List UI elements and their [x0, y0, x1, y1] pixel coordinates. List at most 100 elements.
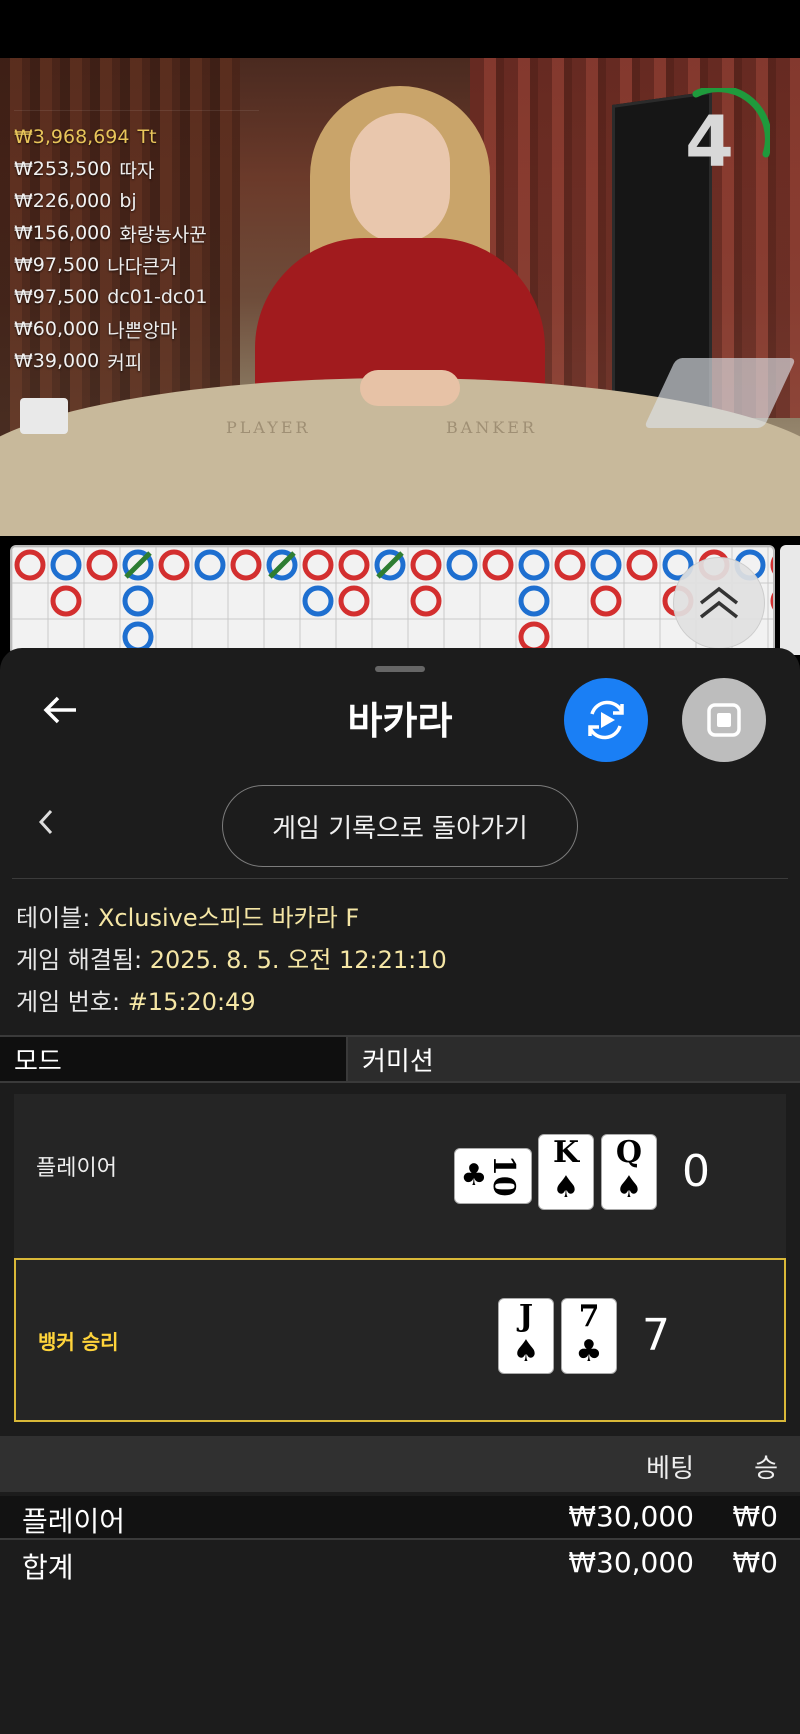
double-chevron-up-icon: [699, 586, 739, 619]
mode-label: 모드: [0, 1037, 348, 1081]
sheet-drag-handle[interactable]: [375, 666, 425, 672]
divider: [12, 878, 788, 879]
banker-bead: [770, 592, 773, 610]
card-suit-icon: ♠: [615, 1170, 643, 1205]
leaderboard-amount: ₩97,500: [14, 286, 100, 308]
player-bead: [518, 549, 550, 581]
card-rank: 7: [578, 1299, 600, 1334]
total-bet: ₩30,000: [568, 1546, 694, 1579]
leaderboard-name: dc01-dc01: [107, 286, 208, 308]
header-bet: 베팅: [646, 1454, 694, 1484]
expand-up-button[interactable]: [673, 557, 765, 649]
info-game-number-value: #15:20:49: [127, 988, 256, 1016]
leaderboard-row: ₩97,500 dc01-dc01: [14, 281, 269, 313]
replay-button[interactable]: [564, 678, 648, 762]
card-rank: J: [518, 1299, 534, 1334]
mode-value: 커미션: [348, 1037, 800, 1081]
banker-score: 7: [642, 1310, 670, 1361]
card-rank: K: [552, 1135, 580, 1170]
live-dealer-video[interactable]: PLAYER BANKER ₩3,968,694 Tt ₩253,500 따자 …: [0, 58, 800, 536]
banker-bead: [410, 585, 442, 617]
banker-bead: [554, 549, 586, 581]
player-hand-label: 플레이어: [36, 1156, 117, 1181]
player-hand-panel: 플레이어 ♣ 10 K ♠ Q ♠ 0: [14, 1094, 786, 1258]
leaderboard-name: 커피: [107, 351, 143, 374]
banker-win-label: 뱅커 승리: [38, 1330, 119, 1354]
info-resolved-value: 2025. 8. 5. 오전 12:21:10: [149, 946, 447, 974]
banker-bead: [86, 549, 118, 581]
card-rank: 10: [486, 1155, 521, 1197]
bet-amount: ₩30,000: [568, 1500, 694, 1533]
banker-bead: [338, 549, 370, 581]
card-suit-icon: ♣: [575, 1334, 603, 1369]
banker-hand-panel: 뱅커 승리 J ♠ 7 ♣ 7: [14, 1258, 786, 1422]
leaderboard-amount: ₩97,500: [14, 254, 100, 276]
bet-leaderboard: ₩3,968,694 Tt ₩253,500 따자 ₩226,000 bj ₩1…: [14, 108, 269, 377]
total-label: 합계: [22, 1551, 74, 1584]
playing-card: K ♠: [538, 1134, 594, 1210]
table-label-banker: BANKER: [446, 418, 537, 437]
countdown-number: 4: [685, 101, 734, 183]
info-game-number: 게임 번호: #15:20:49: [16, 982, 256, 1017]
discard-stack: [20, 398, 68, 434]
leaderboard-row: ₩39,000 커피: [14, 345, 269, 377]
leaderboard-amount: ₩3,968,694: [14, 126, 130, 148]
player-score: 0: [682, 1146, 710, 1197]
banker-bead: [14, 549, 46, 581]
dealer-face: [350, 113, 450, 243]
banker-bead: [590, 585, 622, 617]
sheet-title: 바카라: [347, 699, 453, 743]
card-suit-icon: ♠: [512, 1334, 540, 1369]
dealer-hands: [360, 370, 460, 406]
player-bead: [194, 549, 226, 581]
table-label-player: PLAYER: [226, 418, 311, 437]
banker-bead: [230, 549, 262, 581]
leaderboard-name: 나다큰거: [107, 255, 178, 278]
player-bead: [122, 585, 154, 617]
replay-icon: [588, 700, 624, 740]
mode-row: 모드 커미션: [0, 1035, 800, 1083]
info-table-label: 테이블:: [16, 904, 91, 932]
info-resolved: 게임 해결됨: 2025. 8. 5. 오전 12:21:10: [16, 940, 447, 975]
table-row: 플레이어 ₩30,000 ₩0: [0, 1496, 800, 1540]
status-bar: [0, 0, 800, 58]
banker-bead: [50, 585, 82, 617]
total-win: ₩0: [732, 1546, 779, 1579]
card-suit-icon: ♠: [552, 1170, 580, 1205]
leaderboard-row: ₩226,000 bj: [14, 185, 269, 217]
banker-bead: [626, 549, 658, 581]
info-table: 테이블: Xclusive스피드 바카라 F: [16, 898, 359, 933]
leaderboard-amount: ₩253,500: [14, 158, 112, 180]
playing-card: ♣ 10: [454, 1148, 532, 1204]
chevron-left-icon: [38, 809, 53, 835]
win-amount: ₩0: [732, 1500, 779, 1533]
banker-bead: [770, 556, 773, 574]
leaderboard-name: bj: [119, 190, 137, 212]
leaderboard-amount: ₩156,000: [14, 222, 112, 244]
info-table-value: Xclusive스피드 바카라 F: [97, 904, 360, 932]
info-resolved-label: 게임 해결됨:: [16, 946, 143, 974]
leaderboard-row: ₩253,500 따자: [14, 153, 269, 185]
bets-table-header: 베팅 승: [0, 1436, 800, 1492]
banker-bead: [302, 549, 334, 581]
player-bead: [302, 585, 334, 617]
banker-bead: [482, 549, 514, 581]
banker-bead: [410, 549, 442, 581]
banker-bead: [158, 549, 190, 581]
info-game-number-label: 게임 번호:: [16, 988, 121, 1016]
previous-button[interactable]: [32, 808, 60, 836]
leaderboard-row: ₩3,968,694 Tt: [14, 121, 269, 153]
stop-square-icon: [707, 703, 741, 737]
stop-button[interactable]: [682, 678, 766, 762]
player-bead: [590, 549, 622, 581]
leaderboard-divider: [14, 110, 259, 111]
table-row-total: 합계 ₩30,000 ₩0: [0, 1542, 800, 1586]
return-to-history-button[interactable]: 게임 기록으로 돌아가기: [222, 785, 578, 867]
leaderboard-amount: ₩226,000: [14, 190, 112, 212]
leaderboard-name: 나쁜앙마: [107, 319, 178, 342]
leaderboard-amount: ₩39,000: [14, 350, 100, 372]
banker-bead: [338, 585, 370, 617]
player-bead: [446, 549, 478, 581]
card-suit-icon: ♣: [460, 1158, 488, 1193]
bead-roadmap[interactable]: [10, 545, 775, 655]
